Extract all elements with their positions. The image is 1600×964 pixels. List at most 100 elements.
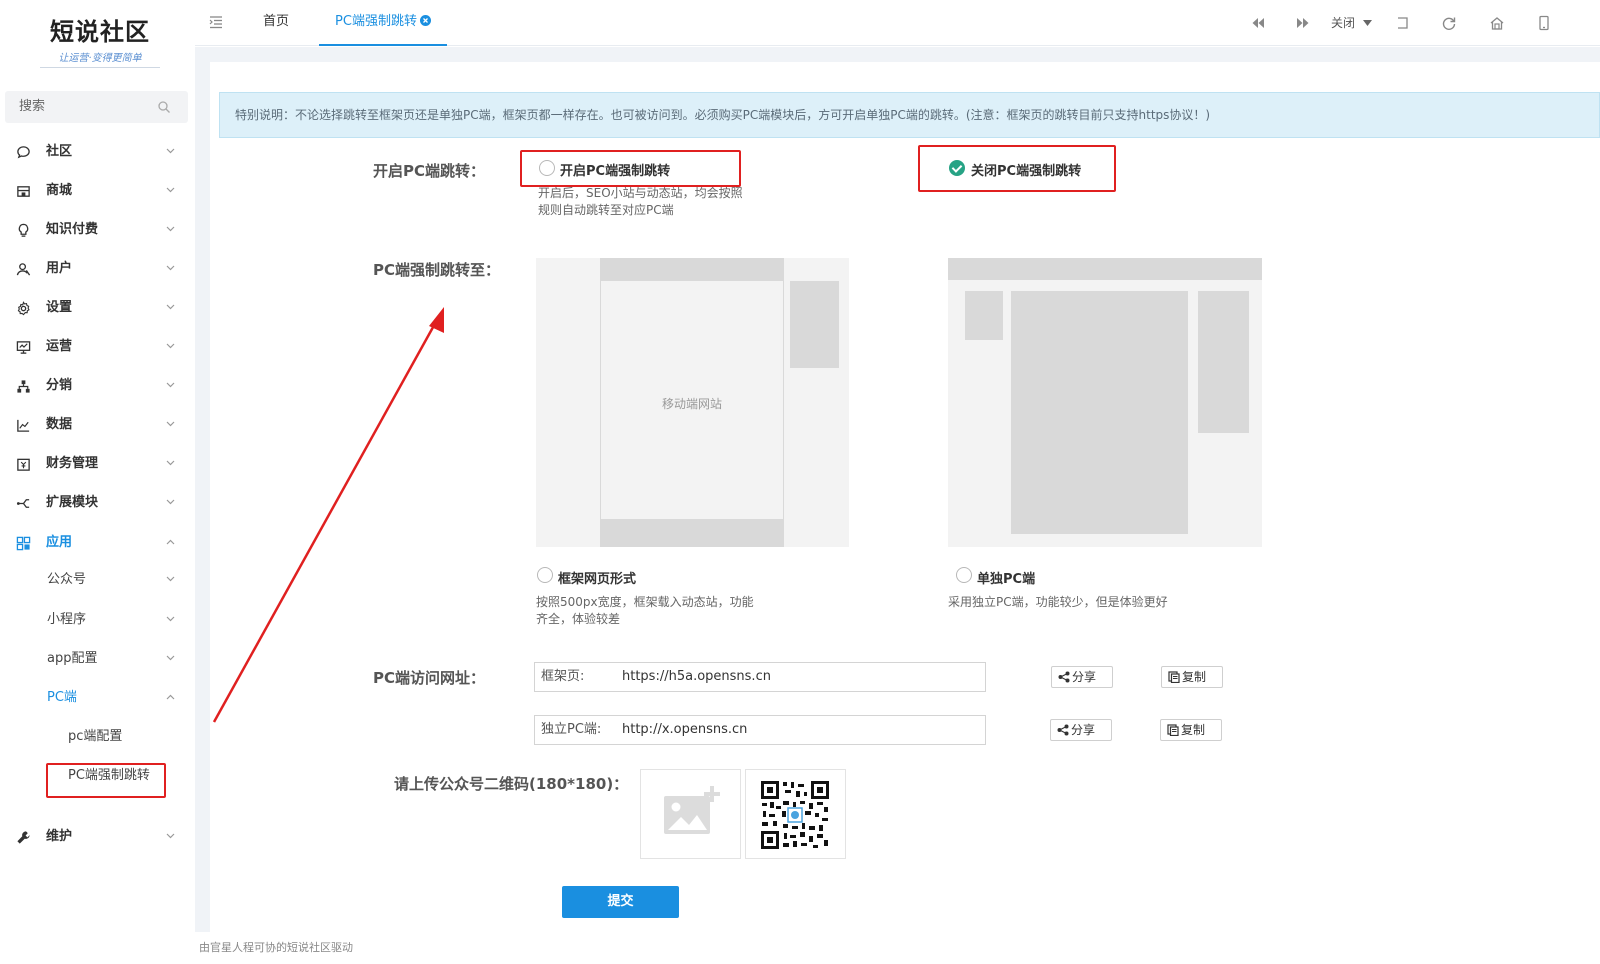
copy-label: 复制 [1181,723,1206,737]
sidebar-item-users[interactable]: 用户 [0,251,195,287]
sidebar-item-pc[interactable]: PC端 [0,680,195,716]
chevron-down-icon [166,576,175,582]
sidebar-item-maintenance[interactable]: 维护 [0,819,195,855]
sidebar-item-label: pc端配置 [68,729,123,744]
sidebar-item-shop[interactable]: 商城 [0,173,195,209]
apps-icon [16,536,31,551]
sidebar-item-app-config[interactable]: app配置 [0,641,195,677]
image-upload-button[interactable] [640,769,741,859]
mobile-icon[interactable] [1536,15,1552,31]
sidebar-item-label: 设置 [46,300,73,315]
submit-button[interactable]: 提交 [562,886,679,918]
search-icon[interactable] [158,101,170,113]
sidebar-item-mini-program[interactable]: 小程序 [0,602,195,638]
close-dropdown[interactable]: 关闭 [1331,0,1372,46]
footer-text: 由官星人程可协的短说社区驱动 [199,941,353,954]
preview-main-block [1011,291,1188,534]
tab-label: PC端强制跳转 [335,14,417,29]
chevron-down-icon [166,382,175,388]
exit-fullscreen-icon[interactable] [1395,15,1411,31]
share-label: 分享 [1071,723,1096,737]
tab-pc-force-redirect[interactable]: PC端强制跳转 [319,0,447,46]
close-dropdown-label: 关闭 [1331,16,1356,30]
search-placeholder: 搜索 [19,99,46,114]
sidebar-item-apps[interactable]: 应用 [0,525,195,561]
annotation-highlight-box [46,763,166,798]
sidebar-item-pc-config[interactable]: pc端配置 [0,719,195,755]
standalone-url-copy-button[interactable]: 复制 [1160,719,1222,741]
sidebar-item-settings[interactable]: 设置 [0,290,195,326]
chevron-down-icon [166,655,175,661]
chevron-up-icon [166,694,175,700]
gear-icon [17,301,30,316]
chevron-down-icon [166,187,175,193]
enable-redirect-help: 开启后，SEO小站与动态站，均会按照规则自动跳转至对应PC端 [538,186,743,217]
sidebar-item-extensions[interactable]: 扩展模块 [0,485,195,521]
preview-mobile-frame: 移动端网站 [600,281,784,519]
sidebar-item-label: PC端 [47,690,77,705]
sidebar-item-label: 社区 [46,144,73,159]
brand-subtitle: 让运营·变得更简单 [40,49,160,68]
standalone-mode-option-label[interactable]: 单独PC端 [977,568,1035,587]
sidebar-item-label: 知识付费 [46,222,99,237]
chevron-down-icon [166,343,175,349]
share-icon [1057,724,1069,736]
share-label: 分享 [1072,670,1097,684]
standalone-mode-radio[interactable] [956,567,972,583]
standalone-url-share-button[interactable]: 分享 [1050,719,1112,741]
copy-icon [1168,671,1180,683]
sidebar-item-distribution[interactable]: 分销 [0,368,195,404]
sidebar-item-knowledge-pay[interactable]: 知识付费 [0,212,195,248]
enable-redirect-label: 开启PC端跳转： [373,162,486,180]
add-image-icon [664,786,720,834]
refresh-icon[interactable] [1441,15,1457,31]
sidebar-item-community[interactable]: 社区 [0,134,195,170]
chevron-down-icon [166,226,175,232]
chevron-down-icon [166,833,175,839]
sidebar-item-label: 公众号 [47,572,87,587]
extension-icon [16,499,30,508]
frame-mode-help: 按照500px宽度，框架载入动态站，功能齐全，体验较差 [536,595,754,626]
qr-code-preview[interactable] [745,769,846,859]
standalone-url-value: http://x.opensns.cn [622,722,748,737]
sidebar-item-label: 应用 [46,535,73,550]
sidebar-item-finance[interactable]: 财务管理 [0,446,195,482]
home-icon[interactable] [1489,15,1505,31]
copy-label: 复制 [1182,670,1207,684]
frame-url-field[interactable]: 框架页: https://h5a.opensns.cn [534,662,986,692]
chevron-down-icon [166,148,175,154]
content-card [210,62,1600,932]
chevron-down-icon [166,499,175,505]
standalone-layout-preview[interactable] [948,258,1262,547]
user-icon [16,263,31,276]
close-tab-icon[interactable] [419,15,431,26]
frame-url-value: https://h5a.opensns.cn [622,669,771,684]
menu-toggle-icon[interactable] [209,15,223,29]
standalone-url-field[interactable]: 独立PC端: http://x.opensns.cn [534,715,986,745]
brand-logo[interactable]: 短说社区 让运营·变得更简单 [40,12,160,72]
next-icon[interactable] [1295,15,1311,31]
preview-left-block [965,291,1003,340]
frame-url-share-button[interactable]: 分享 [1051,666,1113,688]
sidebar-item-data[interactable]: 数据 [0,407,195,443]
copy-icon [1167,724,1179,736]
frame-url-copy-button[interactable]: 复制 [1161,666,1223,688]
sidebar-item-label: 数据 [46,417,73,432]
tab-home[interactable]: 首页 [263,0,289,46]
frame-mode-option-label[interactable]: 框架网页形式 [558,568,636,587]
annotation-highlight-box [918,145,1116,192]
chevron-up-icon [166,539,175,545]
preview-mobile-text: 移动端网站 [661,397,722,411]
chevron-down-icon [166,616,175,622]
caret-down-icon [1362,20,1372,26]
sidebar-item-official-account[interactable]: 公众号 [0,562,195,598]
sidebar-item-operations[interactable]: 运营 [0,329,195,365]
preview-header-block [948,258,1262,280]
frame-mode-radio[interactable] [537,567,553,583]
search-input[interactable]: 搜索 [5,91,188,123]
sidebar-item-label: 小程序 [47,612,87,627]
chat-icon [17,146,30,159]
hierarchy-icon [17,380,30,393]
frame-layout-preview[interactable]: 移动端网站 [536,258,849,547]
prev-icon[interactable] [1250,15,1266,31]
